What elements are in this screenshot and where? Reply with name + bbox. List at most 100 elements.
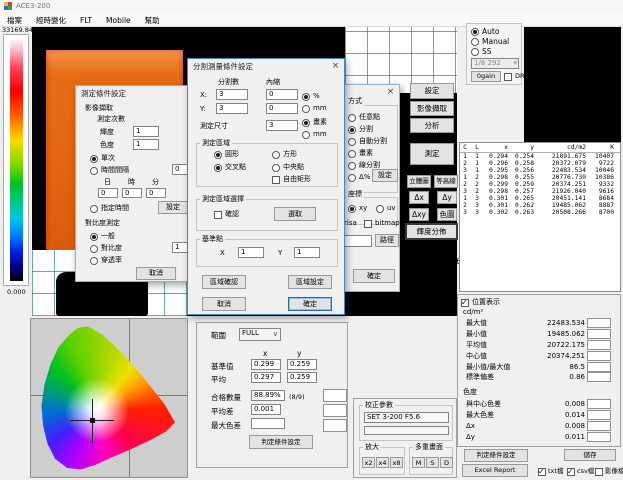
chroma-count-field[interactable]: 1 [133,139,159,150]
menu-item-1[interactable]: 經時變化 [29,13,73,27]
left-cancel-button[interactable]: 取消 [136,267,176,280]
close-icon[interactable]: × [384,86,397,98]
path-button[interactable]: 路徑 [375,234,399,247]
y-div-field[interactable]: 3 [216,103,248,114]
pick-button[interactable]: 選取 [274,207,316,221]
free-rect-checkbox[interactable]: 自由矩形 [272,175,311,184]
range-judge-button[interactable]: 判定條件設定 [249,435,313,449]
pixel-radio[interactable]: 畫素 [348,149,373,158]
ref-x-field[interactable]: 0.299 [251,359,281,370]
multiscreen-button-S[interactable]: S [426,457,439,468]
zoom-button-x8[interactable]: x8 [390,457,403,468]
area-set-button[interactable]: 區域設定 [288,275,332,289]
exposure-ss-radio[interactable]: SS [471,47,492,56]
close-icon[interactable]: × [329,60,342,72]
ref-y-field[interactable]: 0.259 [287,359,317,370]
whitepoint-marker[interactable] [90,418,95,423]
zoom-button-x4[interactable]: x4 [376,457,389,468]
split-radio[interactable]: 分割 [348,125,373,134]
any-point-radio[interactable]: 任意點 [348,113,380,122]
preview-panel[interactable] [524,27,621,142]
avg-y-field[interactable]: 0.259 [287,372,317,383]
exposure-auto-radio[interactable]: Auto [471,27,499,36]
table-row[interactable]: 220.2990.25920374.2519332 [460,181,620,188]
range-dropdown[interactable]: FULL∨ [239,328,281,341]
dr-checkbox[interactable]: DR [504,72,525,81]
area-confirm-button[interactable]: 區域確認 [202,275,246,289]
avg-x-field[interactable]: 0.297 [251,372,281,383]
chromaticity-panel[interactable] [30,318,188,478]
table-row[interactable]: 320.2980.25721926.0409616 [460,188,620,195]
transmittance-radio[interactable]: 穿透率 [90,256,122,265]
bitmap-checkbox[interactable]: bitmap [364,219,400,228]
single-radio[interactable]: 單次 [90,154,115,163]
table-row[interactable]: 230.3010.26219485.0628887 [460,202,620,209]
hour-field[interactable]: 0 [122,188,142,198]
interval-field[interactable]: 0 [172,164,188,175]
center-radio[interactable]: 中央點 [272,163,304,172]
judge-condition-button[interactable]: 判定條件設定 [464,449,528,462]
x-div-field[interactable]: 3 [216,89,248,100]
size-px-radio[interactable]: 畫素 [302,118,327,127]
size-field[interactable]: 3 [266,120,298,131]
day-field[interactable]: 0 [98,188,118,198]
delta-y-button[interactable]: Δy [437,191,457,204]
base-x-field[interactable]: 1 [238,247,264,258]
right-ok-button[interactable]: 確定 [353,269,395,283]
contrast-radio[interactable]: 對比度 [90,244,122,253]
table-row[interactable]: 210.2960.25820372.0799722 [460,160,620,167]
normal-radio[interactable]: 一般 [90,232,115,241]
y-inset-field[interactable]: 0 [266,103,298,114]
inset-pct-radio[interactable]: % [302,92,320,101]
min-field[interactable]: 0 [146,188,166,198]
excel-report-button[interactable]: Excel Report [462,464,528,477]
multiscreen-button-D[interactable]: D [440,457,453,468]
lum-count-field[interactable]: 1 [133,126,159,137]
table-row[interactable]: 310.2950.25622483.53410046 [460,167,620,174]
inset-mm-radio[interactable]: mm [302,104,327,113]
mid-cancel-button[interactable]: 取消 [202,297,246,311]
txt-file-checkbox[interactable]: txt檔 [538,467,563,476]
colormap-button[interactable]: 色圖 [437,208,457,221]
confirm-checkbox[interactable]: 確認 [214,210,239,219]
contour-button[interactable]: 等高線 [434,175,458,188]
delta-pct-set-button[interactable]: 設定 [372,169,398,182]
x-inset-field[interactable]: 0 [266,89,298,100]
analyze-button[interactable]: 分析 [410,118,454,133]
time-set-button[interactable]: 設定 [158,201,188,214]
image-file-checkbox[interactable]: 影像檔 [595,467,623,476]
settings-button[interactable]: 設定 [410,83,454,99]
uv-radio[interactable]: uv [376,204,396,213]
rect-radio[interactable]: 方形 [272,150,297,159]
xy-radio[interactable]: xy [348,204,367,213]
delta-pct-radio[interactable]: Δ% [348,173,370,182]
contrast-field[interactable]: 1 [172,242,188,253]
interval-radio[interactable]: 時間間隔 [90,166,129,175]
table-row[interactable]: 130.3010.26520451.1418684 [460,195,620,202]
menu-item-4[interactable]: 幫助 [138,13,167,27]
table-row[interactable]: 120.2980.25520776.73010386 [460,174,620,181]
delta-xy-button[interactable]: Δxy [409,208,429,221]
specified-time-radio[interactable]: 指定時間 [90,204,129,213]
base-y-field[interactable]: 1 [294,247,320,258]
circle-radio[interactable]: 圓形 [214,150,239,159]
capture-button[interactable]: 影像擷取 [410,101,454,116]
table-row[interactable]: 330.3020.26320508.2668700 [460,209,620,216]
exposure-manual-radio[interactable]: Manual [471,37,509,46]
menu-item-3[interactable]: Mobile [99,14,138,26]
cross-radio[interactable]: 交叉點 [214,163,246,172]
measure-button[interactable]: 測定 [410,143,454,165]
measurement-table[interactable]: CLxycd/m2K110.2940.25421891.67510407210.… [459,142,621,292]
luminance-distribution-button[interactable]: 輝度分佈 [405,223,458,240]
gain-button[interactable]: 0gain [471,71,501,82]
mid-ok-button[interactable]: 確定 [288,297,332,311]
delta-x-button[interactable]: Δx [409,191,429,204]
size-mm-radio[interactable]: mm [302,130,327,139]
multiscreen-button-M[interactable]: M [412,457,425,468]
menu-item-2[interactable]: FLT [73,14,99,26]
table-row[interactable]: 110.2940.25421891.67510407 [460,153,620,160]
autosplit-radio[interactable]: 自動分割 [348,137,387,146]
csv-file-checkbox[interactable]: csv檔 [567,467,594,476]
menu-item-0[interactable]: 檔案 [0,13,29,27]
shutter-dropdown[interactable]: 1/8 292▾ [471,58,519,69]
